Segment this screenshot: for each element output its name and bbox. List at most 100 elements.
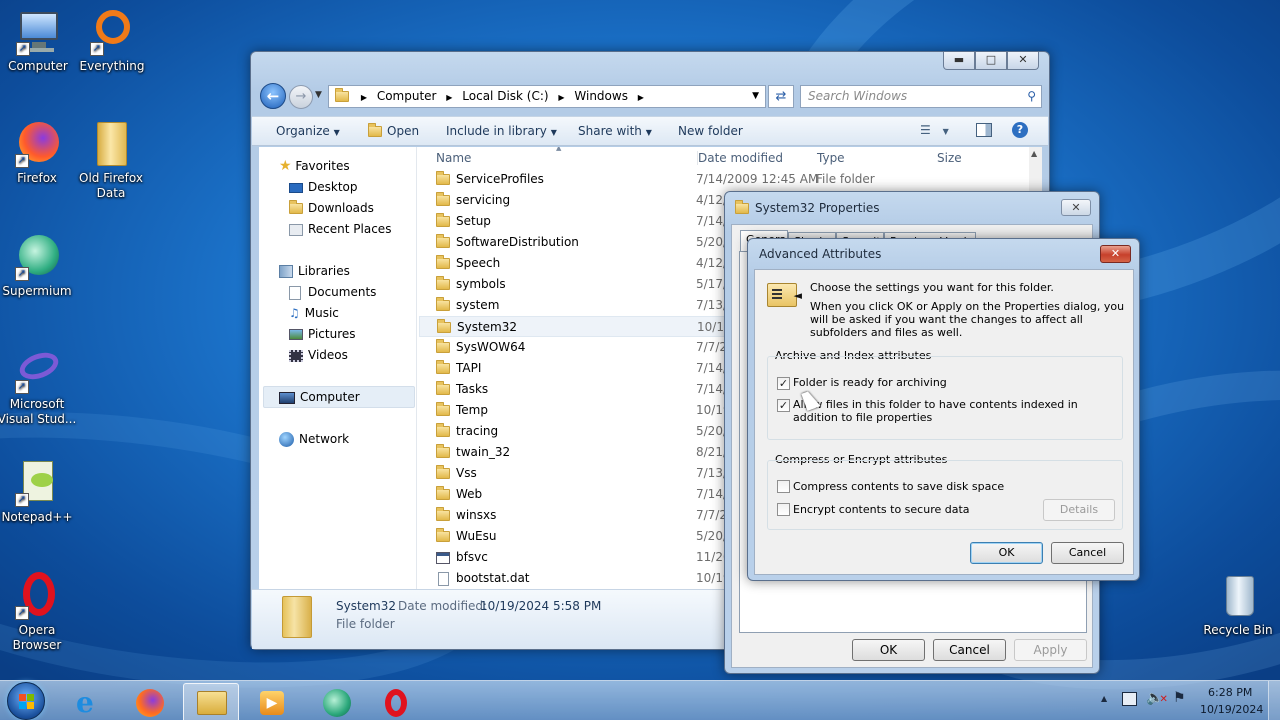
new-folder-button[interactable]: New folder	[678, 124, 743, 138]
nav-pictures[interactable]: Pictures	[289, 325, 356, 343]
desktop-icon	[289, 182, 303, 193]
preview-pane-icon[interactable]	[976, 123, 992, 137]
details-date: 10/19/2024 5:58 PM	[480, 599, 602, 613]
minimize-button[interactable]: ▬	[943, 52, 975, 70]
refresh-button[interactable]: ⇄	[768, 85, 794, 108]
folder-icon	[335, 88, 349, 102]
breadcrumb-computer[interactable]: Computer	[377, 89, 437, 103]
breadcrumb-windows[interactable]: Windows	[574, 89, 628, 103]
desktop-icon-bin[interactable]: Recycle Bin	[1196, 572, 1280, 638]
desktop-icon-vs[interactable]: ➚ Microsoft Visual Stud...	[0, 346, 79, 427]
desktop-icon-computer[interactable]: ➚ Computer	[0, 8, 80, 74]
desktop-icon-supermium[interactable]: ➚ Supermium	[0, 233, 79, 299]
address-dropdown-icon[interactable]: ▼	[752, 86, 759, 107]
notepad-icon: ➚	[13, 459, 61, 507]
desktop-icon-label: Old Firefox Data	[79, 171, 143, 200]
column-date-modified[interactable]: Date modified	[697, 151, 783, 165]
maximize-button[interactable]: □	[975, 52, 1007, 70]
share-with-menu[interactable]: Share with ▼	[578, 124, 652, 138]
taskbar-explorer[interactable]	[183, 683, 239, 720]
nav-recent-places[interactable]: Recent Places	[289, 220, 391, 238]
desktop-icon-firefox[interactable]: ➚ Firefox	[0, 120, 79, 186]
desktop-icon-folder[interactable]: Old Firefox Data	[69, 120, 153, 201]
column-type[interactable]: Type	[817, 151, 845, 165]
forward-button[interactable]: →	[289, 85, 313, 109]
clock-date[interactable]: 10/19/2024	[1200, 703, 1263, 716]
start-button[interactable]	[7, 682, 45, 720]
back-button[interactable]: ←	[260, 83, 286, 109]
open-button[interactable]: Open	[368, 123, 419, 138]
advanced-cancel-button[interactable]: Cancel	[1051, 542, 1124, 564]
properties-close-button[interactable]: ✕	[1061, 199, 1091, 216]
view-options-icon[interactable]: ☰ ▼	[920, 123, 949, 137]
nav-favorites[interactable]: ★ Favorites	[279, 157, 350, 175]
taskbar-opera[interactable]	[370, 683, 426, 720]
search-input[interactable]: Search Windows ⚲	[800, 85, 1042, 108]
index-checkbox[interactable]: ✓	[777, 399, 790, 412]
nav-downloads[interactable]: Downloads	[289, 199, 374, 217]
column-size[interactable]: Size	[937, 151, 962, 165]
taskbar-media-player[interactable]: ▶	[244, 683, 300, 720]
network-flag-icon[interactable]: ⚑	[1173, 690, 1186, 706]
nav-libraries[interactable]: Libraries	[279, 262, 350, 280]
file-date: 7/14/	[696, 214, 727, 228]
close-button[interactable]: ✕	[1007, 52, 1039, 70]
encrypt-checkbox[interactable]	[777, 503, 790, 516]
desktop-icon-label: Supermium	[2, 284, 72, 298]
recent-pages-dropdown[interactable]: ▼	[315, 90, 322, 100]
star-icon: ★	[279, 158, 292, 174]
scroll-up-icon[interactable]: ▲	[1031, 149, 1037, 158]
show-hidden-icons[interactable]: ▲	[1101, 694, 1107, 703]
show-desktop-button[interactable]	[1268, 681, 1280, 720]
column-header: Name ▲ Date modified Type Size	[419, 147, 1029, 169]
network-icon	[279, 432, 294, 447]
application-icon	[436, 551, 450, 564]
nav-desktop[interactable]: Desktop	[289, 178, 358, 196]
folder-icon	[436, 255, 450, 269]
breadcrumb-sep-icon: ▶	[446, 93, 453, 102]
taskbar-supermium[interactable]	[309, 683, 365, 720]
nav-videos[interactable]: Videos	[289, 346, 348, 364]
large-folder-icon	[282, 596, 312, 638]
nav-documents[interactable]: Documents	[289, 283, 376, 301]
address-bar[interactable]: ▶ Computer ▶ Local Disk (C:) ▶ Windows ▶…	[328, 85, 766, 108]
sort-indicator-icon: ▲	[556, 147, 562, 152]
file-date: 7/14/	[696, 361, 727, 375]
file-row[interactable]: ServiceProfiles 7/14/2009 12:45 AM File fo…	[419, 169, 1019, 190]
taskbar-ie[interactable]: e	[62, 683, 118, 720]
compress-checkbox[interactable]	[777, 480, 790, 493]
taskbar: e ▶ ▲ 🔈✕ ⚑ 6:28 PM 10/19/2024	[0, 680, 1280, 720]
properties-ok-button[interactable]: OK	[852, 639, 925, 661]
properties-title: System32 Properties	[755, 201, 880, 215]
properties-cancel-button[interactable]: Cancel	[933, 639, 1006, 661]
desktop-icon-everything[interactable]: ➚ Everything	[70, 8, 154, 74]
column-name[interactable]: Name	[436, 151, 471, 165]
clock-time[interactable]: 6:28 PM	[1208, 686, 1252, 699]
advanced-ok-button[interactable]: OK	[970, 542, 1043, 564]
supermium-icon	[323, 689, 351, 717]
file-date: 5/20/	[696, 424, 727, 438]
opera-icon	[385, 689, 407, 717]
nav-computer[interactable]: Computer	[279, 388, 360, 406]
desktop-icon-notepad[interactable]: ➚ Notepad++	[0, 459, 79, 525]
volume-muted-icon[interactable]: 🔈✕	[1146, 690, 1168, 706]
breadcrumb-local-disk[interactable]: Local Disk (C:)	[462, 89, 548, 103]
include-library-menu[interactable]: Include in library ▼	[446, 124, 557, 138]
organize-menu[interactable]: Organize ▼	[276, 124, 340, 138]
nav-music[interactable]: ♫ Music	[289, 304, 339, 322]
desktop-icon-label: Firefox	[17, 171, 57, 185]
taskbar-firefox[interactable]	[122, 683, 178, 720]
advanced-close-button[interactable]: ✕	[1100, 245, 1131, 263]
vs-icon: ➚	[13, 346, 62, 394]
file-name: SysWOW64	[456, 340, 526, 354]
file-date: 7/7/2	[696, 508, 727, 522]
action-center-icon[interactable]	[1122, 692, 1137, 706]
help-icon[interactable]: ?	[1012, 122, 1028, 138]
pictures-icon	[289, 329, 303, 340]
desktop-icon-opera[interactable]: ➚ Opera Browser	[0, 572, 79, 653]
search-icon: ⚲	[1027, 89, 1036, 103]
nav-network[interactable]: Network	[279, 430, 349, 448]
folder-icon	[436, 423, 450, 437]
folder-icon	[436, 507, 450, 521]
archive-checkbox[interactable]: ✓	[777, 377, 790, 390]
